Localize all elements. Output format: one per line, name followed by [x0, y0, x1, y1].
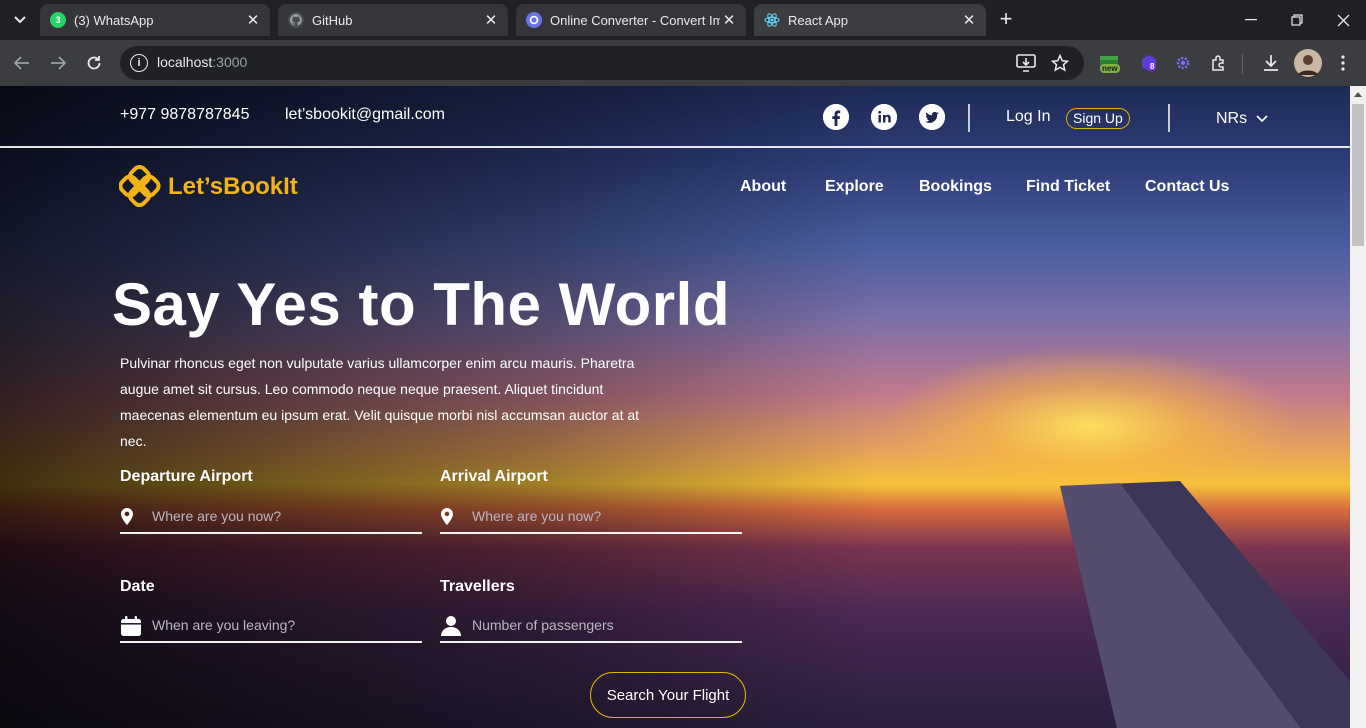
close-icon[interactable]: ✕ [244, 11, 262, 29]
calendar-extension-icon[interactable]: new [1098, 52, 1120, 74]
profile-avatar[interactable] [1294, 49, 1322, 77]
forward-arrow-icon[interactable] [44, 49, 72, 77]
nav-find-ticket[interactable]: Find Ticket [1026, 178, 1110, 196]
converter-icon [526, 12, 542, 28]
close-icon[interactable]: ✕ [960, 11, 978, 29]
currency-label: NRs [1216, 110, 1248, 127]
tab-whatsapp[interactable]: 3 (3) WhatsApp ✕ [40, 4, 270, 36]
whatsapp-icon: 3 [50, 12, 66, 28]
tab-label: GitHub [312, 12, 353, 28]
travellers-input[interactable] [472, 613, 732, 637]
departure-field[interactable] [120, 500, 422, 534]
currency-selector[interactable]: NRs [1216, 110, 1268, 128]
tab-github[interactable]: GitHub ✕ [278, 4, 508, 36]
hero-page: +977 9878787845 let’sbookit@gmail.com Lo… [0, 86, 1350, 728]
location-pin-icon [121, 508, 133, 525]
restore-icon[interactable] [1274, 0, 1320, 40]
toolbar-divider [1242, 54, 1243, 74]
signup-button[interactable]: Sign Up [1066, 108, 1130, 129]
tab-label: Online Converter - Convert Ima [550, 12, 720, 28]
header-divider [0, 146, 1350, 148]
login-link[interactable]: Log In [1006, 108, 1050, 126]
new-tab-plus-icon[interactable]: + [994, 8, 1018, 32]
arrival-input[interactable] [472, 504, 732, 528]
reload-icon[interactable] [80, 49, 108, 77]
travellers-field[interactable] [440, 609, 742, 643]
purple-extension-icon[interactable]: 8 [1138, 52, 1160, 74]
url-text[interactable]: localhost:3000 [157, 54, 247, 70]
nav-about[interactable]: About [740, 178, 786, 196]
nav-bookings[interactable]: Bookings [919, 178, 992, 196]
date-input[interactable] [152, 613, 412, 637]
departure-label: Departure Airport [120, 468, 253, 485]
phone-number[interactable]: +977 9878787845 [120, 106, 249, 124]
scroll-up-arrow-icon[interactable] [1354, 92, 1362, 97]
browser-toolbar: i localhost:3000 new 8 [0, 40, 1366, 86]
tab-react-app[interactable]: React App ✕ [754, 4, 986, 36]
gear-extension-icon[interactable] [1172, 52, 1194, 74]
browser-tab-bar: 3 (3) WhatsApp ✕ GitHub ✕ Online Convert… [0, 0, 1366, 40]
nav-explore[interactable]: Explore [825, 178, 884, 196]
topbar-divider [968, 104, 970, 132]
topbar-divider [1168, 104, 1170, 132]
tab-search-chevron-icon[interactable] [6, 6, 34, 34]
date-field[interactable] [120, 609, 422, 643]
chevron-down-icon [1255, 115, 1268, 123]
back-arrow-icon[interactable] [8, 49, 36, 77]
hero-title: Say Yes to The World [112, 271, 730, 338]
scrollbar-thumb[interactable] [1352, 104, 1364, 246]
more-menu-icon[interactable] [1332, 52, 1354, 74]
airplane-wing-image [1060, 481, 1350, 728]
search-flight-button[interactable]: Search Your Flight [590, 672, 746, 718]
arrival-label: Arrival Airport [440, 468, 548, 485]
facebook-icon[interactable] [823, 104, 849, 130]
hero-description: Pulvinar rhoncus eget non vulputate vari… [120, 355, 640, 449]
tab-online-converter[interactable]: Online Converter - Convert Ima ✕ [516, 4, 746, 36]
travellers-label: Travellers [440, 578, 515, 595]
nav-contact-us[interactable]: Contact Us [1145, 178, 1229, 196]
person-icon [441, 616, 461, 636]
tab-label: React App [788, 12, 848, 28]
twitter-icon[interactable] [919, 104, 945, 130]
tab-label: (3) WhatsApp [74, 12, 154, 28]
github-icon [288, 12, 304, 28]
close-icon[interactable]: ✕ [720, 11, 738, 29]
bookmark-star-icon[interactable] [1050, 53, 1070, 73]
install-app-icon[interactable] [1016, 53, 1036, 73]
location-pin-icon [441, 508, 453, 525]
calendar-icon [121, 616, 141, 636]
date-label: Date [120, 578, 155, 595]
address-bar[interactable]: i localhost:3000 [120, 46, 1084, 80]
site-info-icon[interactable]: i [130, 54, 148, 72]
new-badge: new [1100, 64, 1120, 73]
page-scrollbar[interactable] [1350, 86, 1366, 728]
email-address[interactable]: let’sbookit@gmail.com [285, 106, 445, 124]
brand-logo-icon[interactable] [119, 165, 161, 207]
linkedin-icon[interactable] [871, 104, 897, 130]
extensions-puzzle-icon[interactable] [1208, 52, 1230, 74]
minimize-icon[interactable] [1228, 0, 1274, 40]
departure-input[interactable] [152, 504, 412, 528]
brand-name[interactable]: Let’sBookIt [168, 173, 298, 201]
react-icon [764, 12, 780, 28]
window-close-icon[interactable] [1320, 0, 1366, 40]
close-icon[interactable]: ✕ [482, 11, 500, 29]
download-icon[interactable] [1260, 52, 1282, 74]
arrival-field[interactable] [440, 500, 742, 534]
